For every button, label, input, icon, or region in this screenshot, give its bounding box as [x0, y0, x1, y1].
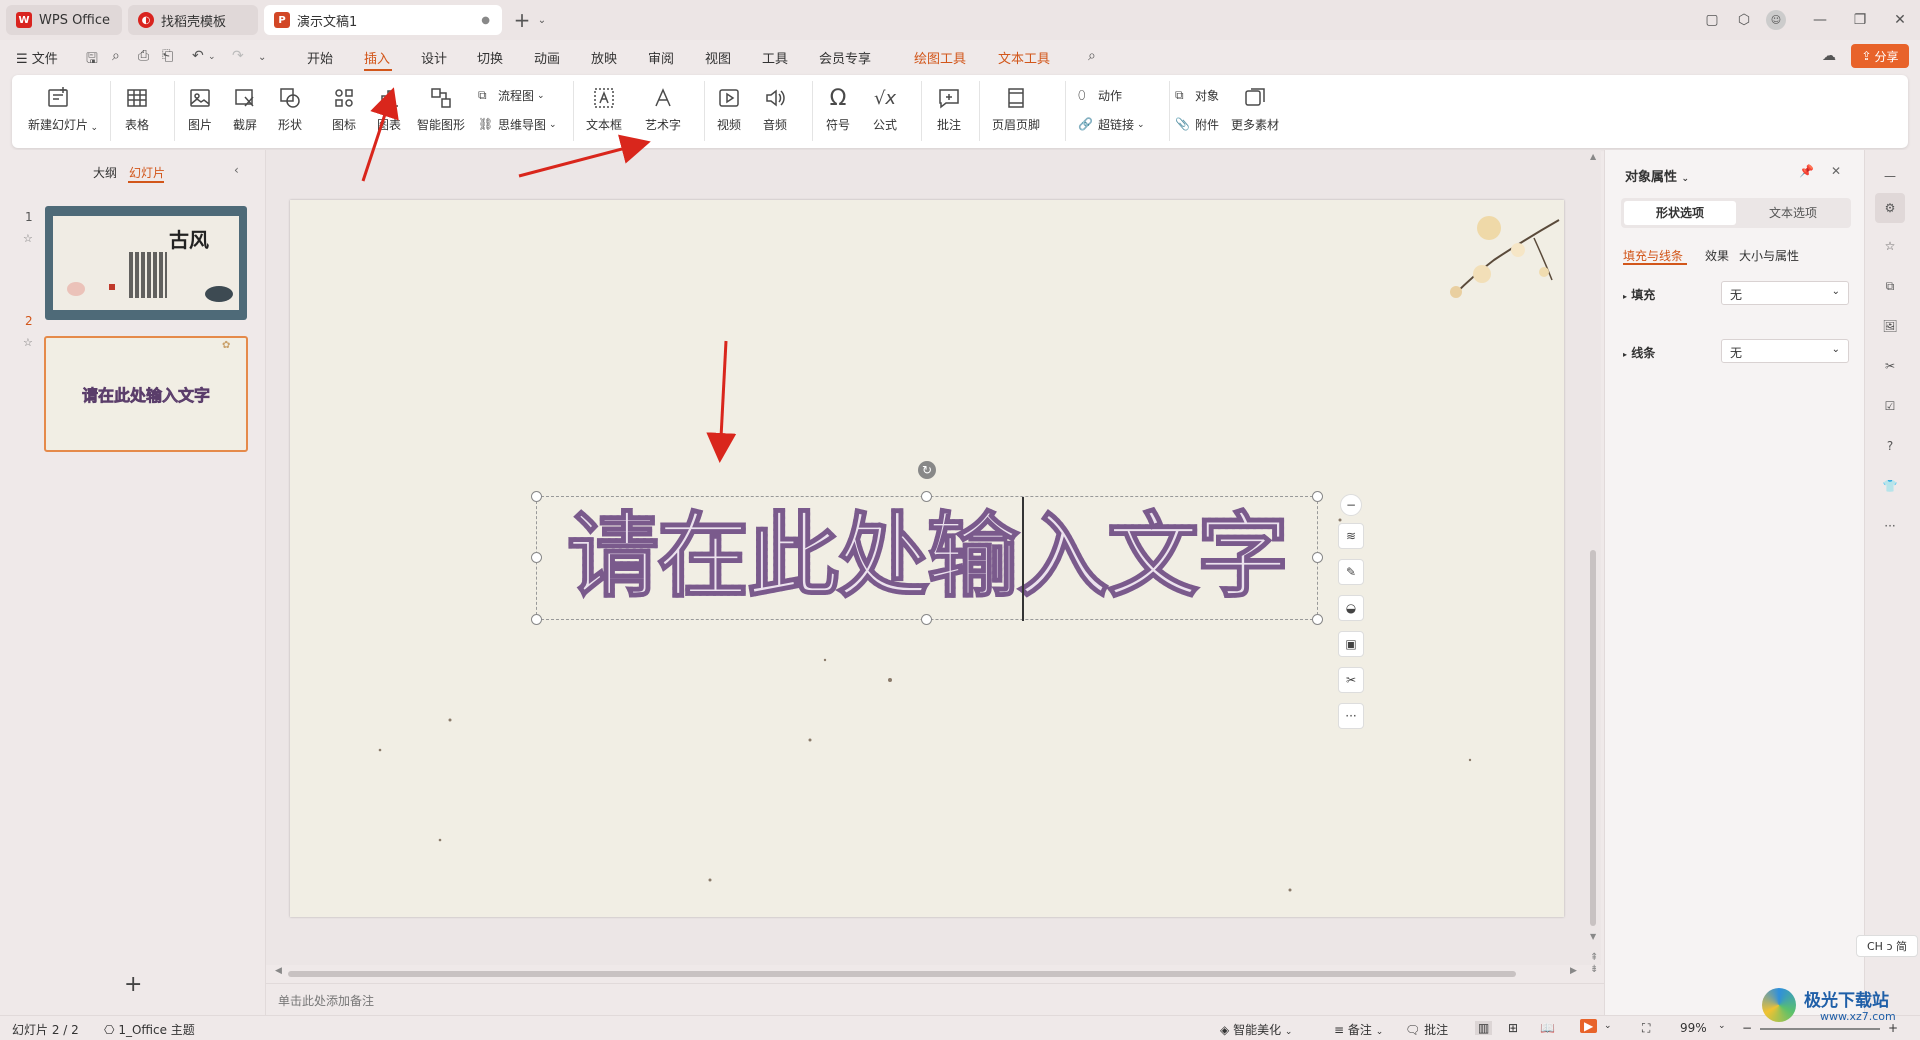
beautify-label: 智能美化 [1233, 1023, 1282, 1037]
zoom-level[interactable]: 99% [1680, 1021, 1707, 1035]
resize-handle[interactable] [921, 614, 932, 625]
theme-icon: ⎔ [104, 1023, 115, 1037]
notes-button[interactable]: ≡ 备注 ⌄ [1334, 1021, 1383, 1038]
object-properties-panel: 对象属性 ⌄ 📌 ✕ 形状选项 文本选项 填充与线条 效果 大小与属性 ▸ 填充… [1604, 150, 1864, 1015]
subtab-size-properties[interactable]: 大小与属性 [1739, 247, 1799, 264]
text-cursor [1022, 497, 1024, 621]
collapse-toolbar-icon[interactable]: − [1340, 494, 1362, 516]
play-slideshow-icon[interactable]: ▶ [1580, 1019, 1598, 1033]
chevron-down-icon: ⌄ [1831, 344, 1840, 355]
copy-shapes-icon[interactable]: ⧉ [1878, 274, 1902, 298]
dropdown-icon: ⌄ [1681, 174, 1690, 184]
help-icon[interactable]: ? [1878, 434, 1902, 458]
fit-window-icon[interactable]: ⛶ [1642, 1021, 1650, 1036]
notes-label: 备注 [1347, 1023, 1372, 1037]
notes-placeholder[interactable]: 单击此处添加备注 [278, 992, 374, 1009]
scroll-up-icon[interactable]: ▲ [1590, 152, 1596, 161]
line-section-toggle[interactable]: ▸ 线条 [1623, 344, 1655, 361]
watermark: 极光下载站 www.xz7.com [1762, 982, 1912, 1034]
document-check-icon[interactable]: ☑ [1878, 394, 1902, 418]
resize-handle[interactable] [531, 552, 542, 563]
subtab-underline [1623, 263, 1687, 265]
watermark-url: www.xz7.com [1820, 1010, 1896, 1023]
tab-shape-options[interactable]: 形状选项 [1624, 201, 1736, 225]
fill-bucket-icon[interactable]: ◒ [1338, 595, 1364, 621]
zoom-out-icon[interactable]: − [1742, 1021, 1752, 1035]
more-icon[interactable]: ··· [1878, 514, 1902, 538]
more-options-icon[interactable]: ··· [1338, 703, 1364, 729]
next-slide-icon[interactable]: ⇟ [1590, 964, 1598, 975]
scroll-left-icon[interactable]: ◀ [275, 966, 282, 976]
comments-button[interactable]: 🗨 批注 [1405, 1021, 1448, 1038]
beautify-icon: ◈ [1220, 1023, 1230, 1037]
tools-icon[interactable]: ✂ [1878, 354, 1902, 378]
wordart-selection-box[interactable]: 请在此处输入文字 [536, 496, 1318, 621]
wordart-text[interactable]: 请在此处输入文字 [537, 502, 1317, 611]
notes-pane[interactable]: 单击此处添加备注 [266, 983, 1604, 1015]
comment-icon: 🗨 [1405, 1023, 1421, 1037]
smart-beautify-button[interactable]: ◈ 智能美化 ⌄ [1220, 1021, 1292, 1038]
resize-handle[interactable] [531, 614, 542, 625]
resize-handle[interactable] [1312, 552, 1323, 563]
line-value: 无 [1730, 346, 1743, 360]
line-label: 线条 [1631, 346, 1656, 360]
dropdown-icon: ⌄ [1284, 1027, 1293, 1037]
watermark-brand: 极光下载站 [1804, 991, 1889, 1011]
option-tabs: 形状选项 文本选项 [1621, 198, 1851, 228]
reading-view-icon[interactable]: 📖 [1540, 1021, 1555, 1035]
expand-triangle-icon: ▸ [1623, 292, 1628, 301]
panel-title-label: 对象属性 [1625, 170, 1678, 185]
frame-icon[interactable]: ▣ [1338, 631, 1364, 657]
slideshow-dropdown-icon[interactable]: ⌄ [1604, 1021, 1612, 1031]
resize-handle[interactable] [921, 491, 932, 502]
resize-handle[interactable] [531, 491, 542, 502]
star-icon[interactable]: ☆ [1878, 234, 1902, 258]
properties-icon[interactable]: ⚙ [1875, 193, 1905, 223]
notes-icon: ≡ [1334, 1023, 1345, 1037]
zoom-dropdown-icon[interactable]: ⌄ [1718, 1021, 1726, 1031]
vertical-scrollbar[interactable] [1590, 550, 1596, 926]
horizontal-scrollbar[interactable] [288, 971, 1516, 977]
dropdown-icon: ⌄ [1375, 1027, 1384, 1037]
resize-handle[interactable] [1312, 614, 1323, 625]
watermark-logo-icon [1762, 988, 1796, 1022]
scroll-right-icon[interactable]: ▶ [1570, 966, 1577, 976]
image-edit-icon[interactable]: 🖼 [1878, 314, 1902, 338]
resize-handle[interactable] [1312, 491, 1323, 502]
chevron-down-icon: ⌄ [1831, 286, 1840, 297]
fill-label: 填充 [1631, 288, 1656, 302]
panel-title[interactable]: 对象属性 ⌄ [1625, 166, 1689, 185]
close-panel-icon[interactable]: ✕ [1831, 164, 1841, 178]
subtab-effects[interactable]: 效果 [1705, 247, 1729, 264]
expand-triangle-icon: ▸ [1623, 350, 1628, 359]
pin-icon[interactable]: 📌 [1799, 164, 1814, 178]
magic-tools-icon[interactable]: ✂ [1338, 667, 1364, 693]
slide-counter: 幻灯片 2 / 2 [12, 1023, 79, 1037]
fill-value: 无 [1730, 288, 1743, 302]
comments-label: 批注 [1424, 1023, 1449, 1037]
theme-name[interactable]: ⎔ 1_Office 主题 [104, 1021, 195, 1038]
scroll-down-icon[interactable]: ▼ [1590, 932, 1596, 941]
prev-slide-icon[interactable]: ⇞ [1590, 952, 1598, 963]
ime-indicator[interactable]: CH ↄ 简 [1856, 935, 1918, 957]
minimize-sidebar-icon[interactable]: — [1878, 164, 1902, 188]
slide-sorter-icon[interactable]: ⊞ [1508, 1021, 1518, 1035]
fill-select[interactable]: 无 ⌄ [1721, 281, 1849, 305]
subtab-fill-line[interactable]: 填充与线条 [1623, 247, 1683, 264]
fill-section-toggle[interactable]: ▸ 填充 [1623, 286, 1655, 303]
brush-icon[interactable]: ✎ [1338, 559, 1364, 585]
normal-view-icon[interactable]: ▥ [1475, 1021, 1493, 1035]
layers-icon[interactable]: ≋ [1338, 523, 1364, 549]
theme-label: 1_Office 主题 [118, 1023, 195, 1037]
status-bar: 幻灯片 2 / 2 ⎔ 1_Office 主题 ◈ 智能美化 ⌄ ≡ 备注 ⌄ … [0, 1015, 1920, 1040]
rotate-handle-icon[interactable]: ↻ [918, 461, 936, 479]
shirt-icon[interactable]: 👕 [1878, 474, 1902, 498]
tab-text-options[interactable]: 文本选项 [1739, 201, 1847, 225]
line-select[interactable]: 无 ⌄ [1721, 339, 1849, 363]
